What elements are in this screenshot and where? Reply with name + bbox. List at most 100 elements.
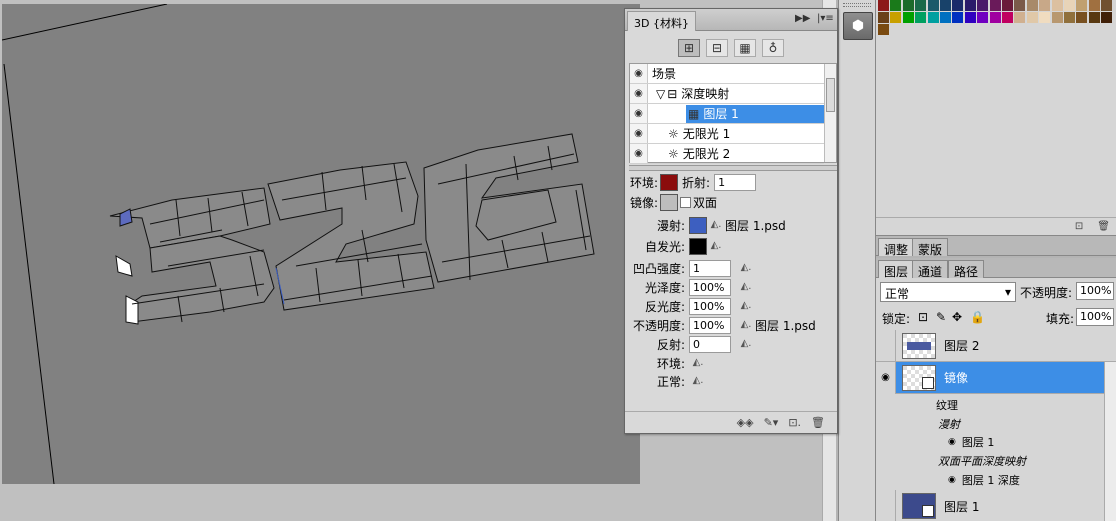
color-swatch[interactable]: [1064, 0, 1075, 11]
gloss-input[interactable]: 100%: [689, 279, 731, 296]
fill-input[interactable]: 100%: [1076, 308, 1114, 326]
panel-splitter[interactable]: [629, 165, 837, 171]
color-swatch[interactable]: [1101, 0, 1113, 11]
texture-map-icon[interactable]: ◭.: [689, 375, 707, 389]
scene-filter-icon[interactable]: ⊞: [678, 39, 700, 57]
color-swatch[interactable]: [1039, 12, 1051, 23]
color-swatch[interactable]: [977, 0, 989, 11]
dock-grip[interactable]: [843, 3, 871, 7]
color-swatch[interactable]: [1076, 0, 1088, 11]
color-swatch[interactable]: [927, 0, 939, 11]
visibility-eye-icon[interactable]: ◉: [948, 475, 956, 485]
layer-opacity-input[interactable]: 100%: [1076, 282, 1114, 300]
texture-map-icon[interactable]: ◭.: [737, 300, 755, 314]
color-swatch[interactable]: [1039, 0, 1051, 11]
layer-row-layer2[interactable]: 图层 2: [876, 329, 1116, 362]
color-swatch[interactable]: [1101, 12, 1113, 23]
color-swatch[interactable]: [977, 12, 989, 23]
bump-input[interactable]: 1: [689, 260, 731, 277]
3d-canvas[interactable]: [2, 4, 640, 484]
sublayer-layer1-texture[interactable]: ◉ 图层 1: [948, 433, 994, 451]
color-swatch[interactable]: [1064, 12, 1075, 23]
tab-layers[interactable]: 图层: [878, 260, 915, 279]
visibility-eye-icon[interactable]: ◉: [630, 84, 648, 103]
color-swatch[interactable]: [1051, 0, 1063, 11]
delete-swatch-icon[interactable]: 🗑: [1097, 221, 1110, 232]
tab-paths[interactable]: 路径: [948, 260, 985, 279]
blend-mode-select[interactable]: 正常 ▾: [880, 282, 1016, 302]
color-swatch[interactable]: [915, 12, 927, 23]
color-swatch[interactable]: [940, 12, 951, 23]
color-swatch[interactable]: [902, 12, 914, 23]
color-swatch[interactable]: [964, 0, 976, 11]
lock-image-icon[interactable]: ✎: [936, 310, 946, 324]
visibility-toggle[interactable]: [876, 490, 896, 521]
panel-collapse-icon[interactable]: ▶▶: [795, 13, 810, 24]
new-item-icon[interactable]: ⊡.: [788, 416, 801, 429]
color-swatch[interactable]: [1014, 12, 1026, 23]
delete-icon[interactable]: 🗑: [811, 416, 825, 429]
scene-row-layer1-material[interactable]: ◉ ▦ 图层 1: [630, 104, 824, 124]
color-swatch[interactable]: [878, 12, 889, 23]
texture-map-icon[interactable]: ◭.: [737, 319, 755, 333]
color-swatch[interactable]: [1088, 0, 1100, 11]
diffuse-color-swatch[interactable]: [689, 217, 707, 234]
texture-map-icon[interactable]: ◭.: [707, 219, 725, 233]
reflection-input[interactable]: 0: [689, 336, 731, 353]
color-swatch[interactable]: [878, 24, 889, 35]
color-swatch[interactable]: [952, 0, 964, 11]
scene-row-infinite-light-2[interactable]: ◉ ☼ 无限光 2: [630, 144, 824, 164]
tab-channels[interactable]: 通道: [912, 260, 949, 279]
color-swatch[interactable]: [878, 0, 889, 11]
visibility-eye-icon[interactable]: ◉: [876, 361, 896, 394]
color-swatch[interactable]: [902, 0, 914, 11]
render-settings-icon[interactable]: ◈◈: [737, 416, 754, 429]
color-swatch[interactable]: [1002, 0, 1013, 11]
ambient-color-swatch[interactable]: [660, 174, 679, 191]
lock-position-icon[interactable]: ✥: [952, 310, 962, 324]
color-swatch[interactable]: [1026, 0, 1038, 11]
color-swatch[interactable]: [964, 12, 976, 23]
color-swatch[interactable]: [927, 12, 939, 23]
specular-color-swatch[interactable]: [660, 194, 679, 211]
visibility-eye-icon[interactable]: ◉: [630, 104, 648, 123]
mesh-filter-icon[interactable]: ⊟: [706, 39, 728, 57]
double-sided-checkbox[interactable]: [680, 197, 692, 208]
color-swatch[interactable]: [890, 0, 902, 11]
sublayer-layer1-depth[interactable]: ◉ 图层 1 深度: [948, 471, 1020, 489]
texture-map-icon[interactable]: ◭.: [737, 262, 755, 276]
color-swatch[interactable]: [952, 12, 964, 23]
color-swatch[interactable]: [915, 0, 927, 11]
new-light-icon[interactable]: ✎▾: [764, 416, 779, 429]
scene-row-infinite-light-1[interactable]: ◉ ☼ 无限光 1: [630, 124, 824, 144]
scene-row-depth-map[interactable]: ◉ ▽ ⊟ 深度映射: [630, 84, 824, 104]
color-swatch[interactable]: [989, 12, 1001, 23]
lock-transparent-icon[interactable]: ⊡: [918, 310, 928, 324]
color-swatch[interactable]: [1076, 12, 1088, 23]
expand-triangle-icon[interactable]: ▽: [656, 87, 665, 101]
visibility-eye-icon[interactable]: ◉: [630, 124, 648, 143]
new-swatch-icon[interactable]: ⊡: [1075, 221, 1083, 232]
visibility-eye-icon[interactable]: ◉: [948, 437, 956, 447]
color-swatch[interactable]: [1014, 0, 1026, 11]
lock-all-icon[interactable]: 🔒: [970, 310, 985, 324]
panel-menu-icon[interactable]: |▾≡: [817, 13, 834, 24]
color-swatch[interactable]: [1002, 12, 1013, 23]
scene-row-scene[interactable]: ◉ 场景: [630, 64, 824, 84]
tab-3d-materials[interactable]: 3D {材料}: [627, 11, 696, 31]
layer-row-mirror[interactable]: ◉ 镜像: [876, 361, 1104, 394]
color-swatch[interactable]: [1088, 12, 1100, 23]
refraction-input[interactable]: 1: [714, 174, 757, 191]
texture-map-icon[interactable]: ◭.: [737, 338, 755, 352]
shine-input[interactable]: 100%: [689, 298, 731, 315]
tab-masks[interactable]: 蒙版: [912, 238, 949, 257]
visibility-toggle[interactable]: [876, 329, 896, 362]
color-swatch[interactable]: [940, 0, 951, 11]
3d-panel-icon[interactable]: ⬢: [843, 12, 873, 40]
scrollbar-thumb[interactable]: [826, 78, 835, 112]
light-filter-icon[interactable]: ♁: [762, 39, 784, 57]
scene-list-scrollbar[interactable]: [824, 64, 836, 162]
material-filter-icon[interactable]: ▦: [734, 39, 756, 57]
texture-map-icon[interactable]: ◭.: [689, 357, 707, 371]
color-swatch[interactable]: [1051, 12, 1063, 23]
